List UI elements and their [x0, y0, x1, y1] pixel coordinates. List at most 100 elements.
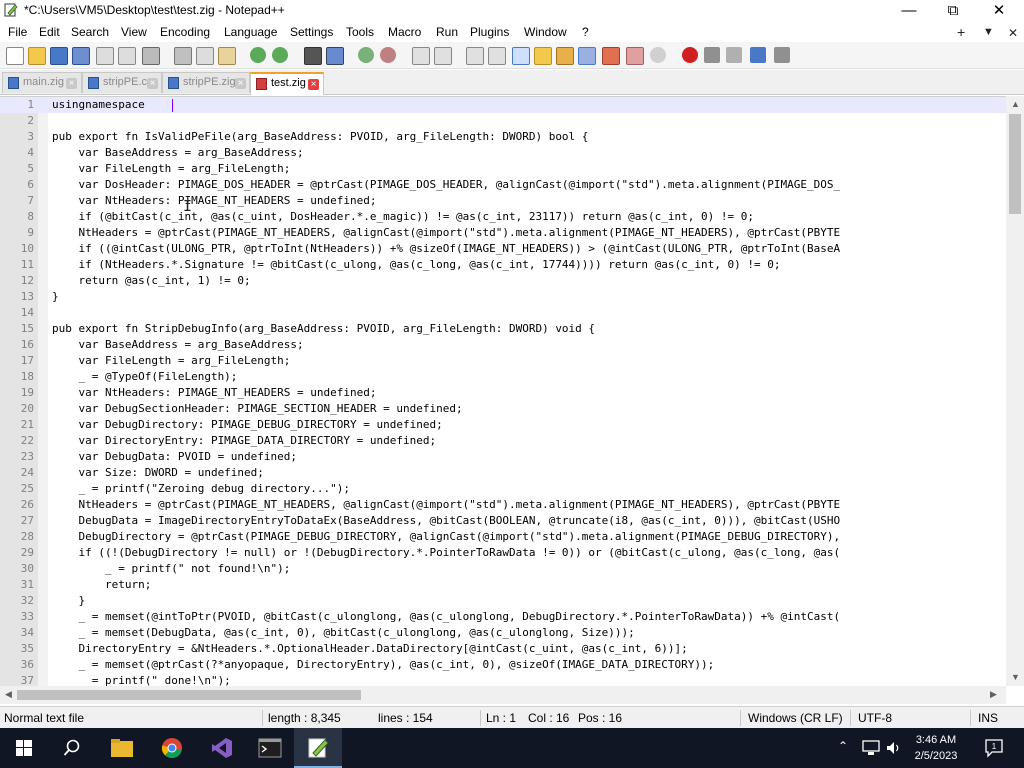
tab-list-dropdown-icon[interactable]: ▼	[983, 26, 994, 38]
code-line[interactable]: 32 }	[0, 593, 1006, 609]
cut-icon[interactable]	[174, 47, 192, 65]
code-line[interactable]: 7 var NtHeaders: PIMAGE_NT_HEADERS = und…	[0, 193, 1006, 209]
code-line[interactable]: 25 _ = printf("Zeroing debug directory..…	[0, 481, 1006, 497]
menu-search[interactable]: Search	[71, 25, 109, 39]
save-macro-icon[interactable]	[774, 47, 790, 63]
notification-center-icon[interactable]: 1	[984, 738, 1004, 758]
menu-view[interactable]: View	[121, 25, 147, 39]
code-line[interactable]: 13}	[0, 289, 1006, 305]
run-macro-multiple-icon[interactable]	[750, 47, 766, 63]
open-file-icon[interactable]	[28, 47, 46, 65]
taskbar-file-explorer[interactable]	[98, 728, 146, 768]
tab-test-zig[interactable]: test.zig ×	[250, 72, 324, 95]
taskbar-visual-studio[interactable]	[198, 728, 246, 768]
menu-encoding[interactable]: Encoding	[160, 25, 210, 39]
menu-edit[interactable]: Edit	[39, 25, 60, 39]
save-icon[interactable]	[50, 47, 68, 65]
word-wrap-icon[interactable]	[466, 47, 484, 65]
scroll-down-arrow-icon[interactable]: ▼	[1011, 672, 1020, 682]
close-file-icon[interactable]	[96, 47, 114, 65]
code-line[interactable]: 26 NtHeaders = @ptrCast(PIMAGE_NT_HEADER…	[0, 497, 1006, 513]
code-line[interactable]: 1 usingnamespace	[0, 97, 1006, 113]
code-line[interactable]: 8 if (@bitCast(c_int, @as(c_uint, DosHea…	[0, 209, 1006, 225]
code-line[interactable]: 18 _ = @TypeOf(FileLength);	[0, 369, 1006, 385]
monitoring-eye-icon[interactable]	[650, 47, 666, 63]
code-line[interactable]: 17 var FileLength = arg_FileLength;	[0, 353, 1006, 369]
tab-main-zig[interactable]: main.zig ×	[2, 72, 82, 93]
show-hidden-icons-chevron-icon[interactable]: ⌃	[838, 739, 848, 753]
maximize-button[interactable]: ⧉	[930, 0, 976, 22]
close-all-icon[interactable]	[118, 47, 136, 65]
document-map-icon[interactable]	[556, 47, 574, 65]
print-icon[interactable]	[142, 47, 160, 65]
code-line[interactable]: 19 var NtHeaders: PIMAGE_NT_HEADERS = un…	[0, 385, 1006, 401]
code-line[interactable]: 6 var DosHeader: PIMAGE_DOS_HEADER = @pt…	[0, 177, 1006, 193]
redo-icon[interactable]	[272, 47, 288, 63]
sync-vertical-icon[interactable]	[412, 47, 430, 65]
code-line[interactable]: 30 _ = printf(" not found!\n");	[0, 561, 1006, 577]
menu-settings[interactable]: Settings	[290, 25, 333, 39]
document-list-icon[interactable]	[578, 47, 596, 65]
tab-close-icon[interactable]: ×	[147, 78, 158, 89]
menu-tools[interactable]: Tools	[346, 25, 374, 39]
user-defined-language-icon[interactable]	[534, 47, 552, 65]
code-line[interactable]: 20 var DebugSectionHeader: PIMAGE_SECTIO…	[0, 401, 1006, 417]
record-macro-icon[interactable]	[682, 47, 698, 63]
code-line[interactable]: 3 pub export fn IsValidPeFile(arg_BaseAdd…	[0, 129, 1006, 145]
taskbar-terminal[interactable]	[246, 728, 294, 768]
sync-horizontal-icon[interactable]	[434, 47, 452, 65]
code-line[interactable]: 21 var DebugDirectory: PIMAGE_DEBUG_DIRE…	[0, 417, 1006, 433]
function-list-icon[interactable]	[602, 47, 620, 65]
code-line[interactable]: 31 return;	[0, 577, 1006, 593]
scroll-right-arrow-icon[interactable]: ▶	[990, 689, 997, 700]
stop-recording-icon[interactable]	[704, 47, 720, 63]
scroll-up-arrow-icon[interactable]: ▲	[1011, 99, 1020, 109]
taskbar-chrome[interactable]	[148, 728, 196, 768]
minimize-button[interactable]: —	[886, 0, 932, 22]
code-line[interactable]: 22 var DirectoryEntry: PIMAGE_DATA_DIREC…	[0, 433, 1006, 449]
code-line[interactable]: 14	[0, 305, 1006, 321]
network-icon[interactable]	[862, 740, 880, 756]
tab-close-icon[interactable]: ×	[308, 79, 319, 90]
new-file-icon[interactable]	[6, 47, 24, 65]
tab-strippe-c[interactable]: stripPE.c ×	[82, 72, 162, 93]
code-line[interactable]: 9 NtHeaders = @ptrCast(PIMAGE_NT_HEADERS…	[0, 225, 1006, 241]
code-editor[interactable]: 1 usingnamespace 2 3 pub export fn IsValidP…	[0, 96, 1006, 687]
code-line[interactable]: 11 if (NtHeaders.*.Signature != @bitCast…	[0, 257, 1006, 273]
code-line[interactable]: 36 _ = memset(@ptrCast(?*anyopaque, Dire…	[0, 657, 1006, 673]
close-document-icon[interactable]: ✕	[1008, 26, 1018, 40]
playback-macro-icon[interactable]	[726, 47, 742, 63]
replace-icon[interactable]	[326, 47, 344, 65]
code-line[interactable]: 15 pub export fn StripDebugInfo(arg_BaseA…	[0, 321, 1006, 337]
menu-plugins[interactable]: Plugins	[470, 25, 509, 39]
copy-icon[interactable]	[196, 47, 214, 65]
code-line[interactable]: 35 DirectoryEntry = &NtHeaders.*.Optiona…	[0, 641, 1006, 657]
tab-close-icon[interactable]: ×	[235, 78, 246, 89]
zoom-in-icon[interactable]	[358, 47, 374, 63]
code-line[interactable]: 12 return @as(c_int, 1) != 0;	[0, 273, 1006, 289]
vertical-scroll-thumb[interactable]	[1009, 114, 1021, 214]
code-line[interactable]: 33 _ = memset(@intToPtr(PVOID, @bitCast(…	[0, 609, 1006, 625]
show-all-characters-icon[interactable]	[488, 47, 506, 65]
code-line[interactable]: 5 var FileLength = arg_FileLength;	[0, 161, 1006, 177]
menu-run[interactable]: Run	[436, 25, 458, 39]
code-line[interactable]: 24 var Size: DWORD = undefined;	[0, 465, 1006, 481]
undo-icon[interactable]	[250, 47, 266, 63]
menu-help[interactable]: ?	[582, 25, 589, 39]
find-icon[interactable]	[304, 47, 322, 65]
menu-macro[interactable]: Macro	[388, 25, 421, 39]
code-line[interactable]: 2	[0, 113, 1006, 129]
vertical-scrollbar[interactable]: ▲ ▼	[1006, 96, 1024, 686]
scroll-left-arrow-icon[interactable]: ◀	[5, 689, 12, 700]
menu-language[interactable]: Language	[224, 25, 277, 39]
horizontal-scrollbar[interactable]: ◀ ▶	[0, 686, 1006, 704]
start-button[interactable]	[0, 728, 48, 768]
code-line[interactable]: 10 if ((@intCast(ULONG_PTR, @ptrToInt(Nt…	[0, 241, 1006, 257]
new-tab-plus-icon[interactable]: +	[957, 24, 965, 40]
taskbar-clock[interactable]: 3:46 AM 2/5/2023	[904, 732, 968, 764]
save-all-icon[interactable]	[72, 47, 90, 65]
code-line[interactable]: 23 var DebugData: PVOID = undefined;	[0, 449, 1006, 465]
volume-icon[interactable]	[886, 740, 902, 756]
taskbar-search-button[interactable]	[48, 728, 96, 768]
taskbar-notepad-plus-plus[interactable]	[294, 728, 342, 768]
